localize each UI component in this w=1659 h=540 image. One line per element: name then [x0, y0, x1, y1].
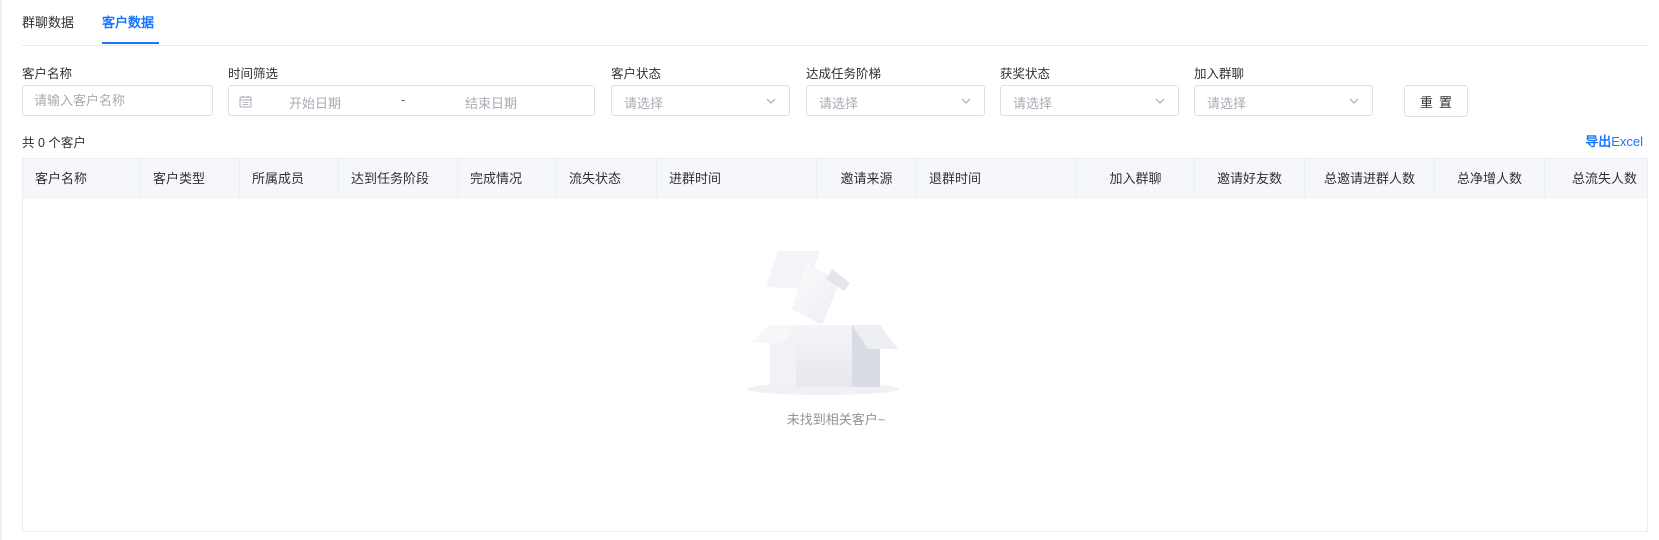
column-header[interactable]: 邀请好友数: [1195, 159, 1305, 198]
group-join-label: 加入群聊: [1194, 67, 1245, 81]
start-date-input[interactable]: 开始日期: [289, 93, 369, 112]
column-header[interactable]: 邀请来源: [817, 159, 917, 198]
customer-count: 共 0 个客户: [22, 136, 86, 150]
active-tab-indicator: [102, 42, 159, 44]
empty-box-icon: [748, 251, 899, 395]
reset-button[interactable]: 重置: [1404, 85, 1468, 117]
column-header[interactable]: 所属成员: [240, 159, 339, 198]
task-stage-label: 达成任务阶梯: [806, 67, 882, 81]
chevron-down-icon: [766, 98, 776, 104]
column-header[interactable]: 客户类型: [141, 159, 240, 198]
export-excel-link[interactable]: 导出Excel: [1585, 131, 1643, 150]
date-separator: -: [401, 92, 406, 107]
task-stage-placeholder: 请选择: [819, 96, 859, 111]
tab-group-chat-data[interactable]: 群聊数据: [22, 14, 74, 46]
table-header: 客户名称 客户类型 所属成员 达到任务阶段 完成情况 流失状态 进群时间 邀请来…: [23, 159, 1647, 198]
end-date-input[interactable]: 结束日期: [465, 93, 545, 112]
column-header[interactable]: 总流失人数: [1545, 159, 1647, 198]
left-divider: [0, 0, 2, 540]
calendar-icon: [239, 96, 252, 108]
group-join-placeholder: 请选择: [1207, 96, 1247, 111]
column-header[interactable]: 客户名称: [23, 159, 141, 198]
column-header[interactable]: 流失状态: [557, 159, 657, 198]
award-status-placeholder: 请选择: [1013, 96, 1053, 111]
time-filter-label: 时间筛选: [228, 67, 279, 81]
chevron-down-icon: [1155, 98, 1165, 104]
export-prefix: 导出: [1585, 134, 1612, 149]
column-header[interactable]: 完成情况: [458, 159, 557, 198]
task-stage-select[interactable]: 请选择: [806, 85, 985, 116]
award-status-label: 获奖状态: [1000, 67, 1051, 81]
empty-message: 未找到相关客户~: [786, 412, 886, 427]
group-join-select[interactable]: 请选择: [1194, 85, 1373, 116]
chevron-down-icon: [1349, 98, 1359, 104]
customer-name-input[interactable]: [23, 86, 212, 115]
column-header[interactable]: 加入群聊: [1077, 159, 1195, 198]
export-suffix: Excel: [1611, 134, 1643, 149]
customer-status-select[interactable]: 请选择: [611, 85, 790, 116]
empty-state: 未找到相关客户~: [23, 199, 1647, 531]
customer-status-label: 客户状态: [611, 67, 662, 81]
date-range-picker[interactable]: 开始日期 - 结束日期: [228, 85, 595, 116]
customer-name-field: [22, 85, 213, 116]
chevron-down-icon: [961, 98, 971, 104]
customer-name-label: 客户名称: [22, 67, 73, 81]
tab-bar: 群聊数据 客户数据: [22, 0, 1648, 46]
column-header[interactable]: 总净增人数: [1435, 159, 1545, 198]
column-header[interactable]: 达到任务阶段: [339, 159, 458, 198]
column-header[interactable]: 进群时间: [657, 159, 817, 198]
column-header[interactable]: 总邀请进群人数: [1305, 159, 1435, 198]
customer-data-page: 群聊数据 客户数据 客户名称 时间筛选 客户状态 达成任务阶梯 获奖状态 加入群…: [0, 0, 1659, 540]
award-status-select[interactable]: 请选择: [1000, 85, 1179, 116]
column-header[interactable]: 退群时间: [917, 159, 1077, 198]
customer-status-placeholder: 请选择: [624, 96, 664, 111]
customer-table: 客户名称 客户类型 所属成员 达到任务阶段 完成情况 流失状态 进群时间 邀请来…: [22, 158, 1648, 532]
